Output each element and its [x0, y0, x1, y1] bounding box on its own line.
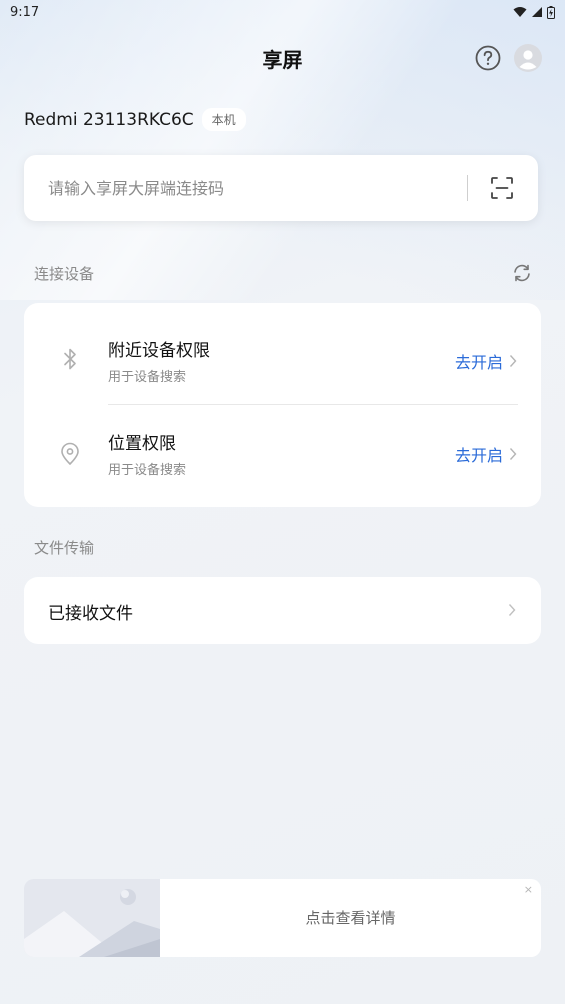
enable-label: 去开启	[454, 446, 503, 465]
account-avatar-icon[interactable]	[514, 44, 542, 72]
battery-icon	[547, 5, 555, 19]
status-bar: 9:17	[0, 0, 565, 24]
permission-subtitle: 用于设备搜索	[108, 463, 187, 478]
received-files-row[interactable]: 已接收文件	[24, 577, 541, 644]
connect-code-input[interactable]	[48, 155, 468, 221]
bluetooth-icon	[64, 348, 76, 370]
scan-icon[interactable]	[489, 175, 515, 201]
banner-text: 点击查看详情	[305, 909, 396, 927]
device-info: Redmi 23113RKC6C 本机	[24, 108, 246, 131]
permission-title: 附近设备权限	[108, 341, 210, 361]
chevron-right-icon	[509, 448, 517, 460]
chevron-right-icon	[509, 355, 517, 367]
row-divider	[108, 404, 518, 405]
input-divider	[467, 175, 468, 201]
permission-title: 位置权限	[108, 434, 176, 454]
signal-icon	[532, 7, 542, 17]
permissions-card: 附近设备权限 用于设备搜索 去开启 位置权限 用于设备搜索 去开启	[24, 303, 541, 507]
local-device-badge: 本机	[201, 108, 246, 131]
banner-illustration	[24, 879, 160, 957]
permission-row-nearby[interactable]: 附近设备权限 用于设备搜索 去开启	[24, 313, 541, 405]
connect-code-field	[24, 155, 538, 221]
close-icon[interactable]: ×	[524, 883, 533, 896]
refresh-icon[interactable]	[512, 263, 532, 283]
connect-section-label: 连接设备	[34, 265, 95, 283]
promo-banner[interactable]: 点击查看详情 ×	[24, 879, 541, 957]
chevron-right-icon	[508, 604, 516, 616]
header: 享屏	[0, 38, 565, 78]
file-section-label: 文件传输	[34, 539, 95, 557]
received-files-label: 已接收文件	[48, 604, 133, 624]
status-icons	[513, 5, 555, 19]
permission-row-location[interactable]: 位置权限 用于设备搜索 去开启	[24, 406, 541, 498]
location-pin-icon	[61, 442, 79, 465]
status-time: 9:17	[10, 4, 40, 20]
wifi-icon	[513, 7, 527, 17]
enable-label: 去开启	[454, 353, 503, 372]
enable-nearby-permission-button[interactable]: 去开启	[455, 349, 517, 373]
enable-location-permission-button[interactable]: 去开启	[455, 442, 517, 466]
help-icon[interactable]	[475, 45, 501, 71]
permission-subtitle: 用于设备搜索	[108, 370, 187, 385]
device-name: Redmi 23113RKC6C	[24, 109, 194, 130]
